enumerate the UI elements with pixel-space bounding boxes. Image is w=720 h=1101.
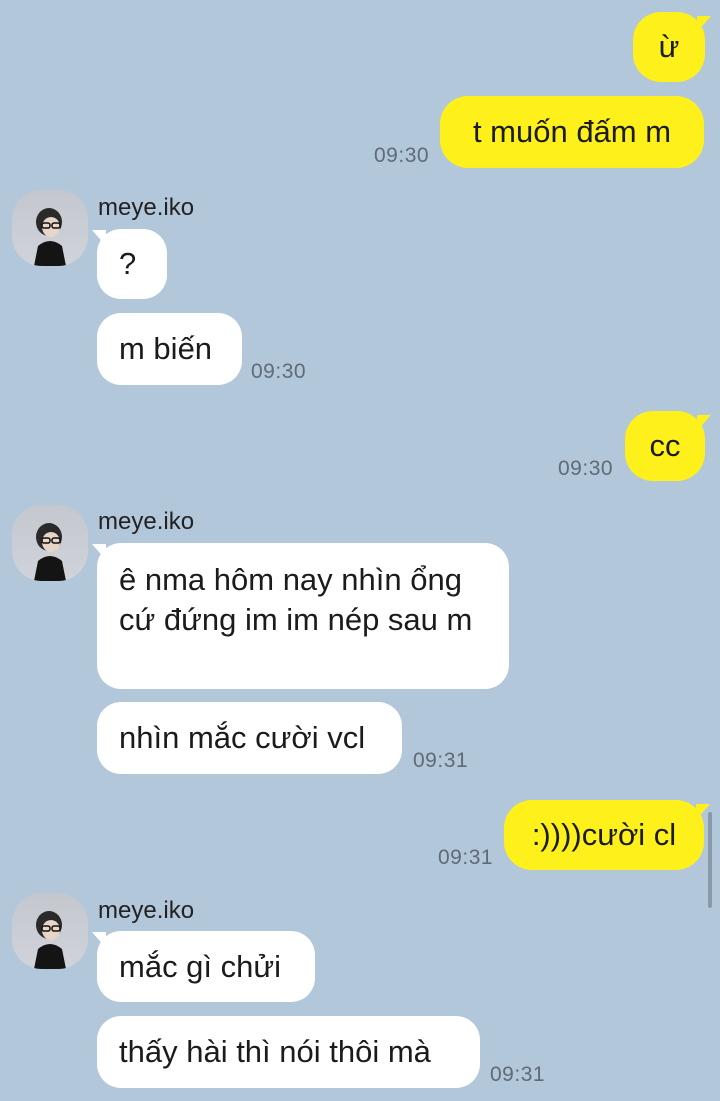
person-silhouette-icon [34, 523, 66, 581]
bubble-tail [697, 415, 711, 431]
message-text: nhìn mắc cười vcl [119, 720, 366, 755]
message-timestamp: 09:30 [558, 457, 614, 480]
message-timestamp: 09:30 [251, 360, 307, 383]
contact-avatar[interactable] [12, 190, 88, 266]
sender-name: meye.iko [98, 508, 195, 535]
sender-name: meye.iko [98, 194, 195, 221]
message-bubble-incoming[interactable]: mắc gì chửi [97, 931, 315, 1002]
message-text: thấy hài thì nói thôi mà [119, 1034, 431, 1069]
message-bubble-incoming[interactable]: ? [97, 229, 167, 299]
message-bubble-incoming[interactable]: m biến [97, 313, 242, 385]
message-text: cc [649, 428, 681, 463]
message-timestamp: 09:30 [374, 144, 430, 167]
message-bubble-incoming[interactable]: thấy hài thì nói thôi mà [97, 1016, 480, 1088]
message-text: t muốn đấm m [472, 114, 672, 149]
person-silhouette-icon [34, 208, 66, 266]
message-text: m biến [119, 331, 213, 366]
message-bubble-outgoing[interactable]: cc [625, 411, 705, 481]
message-text: ? [119, 246, 137, 281]
message-text: :))))cười cl [531, 817, 677, 852]
scrollbar[interactable] [708, 812, 712, 908]
message-bubble-outgoing[interactable]: t muốn đấm m [440, 96, 704, 168]
person-silhouette-icon [34, 911, 66, 969]
message-text: ừ [658, 29, 680, 64]
message-timestamp: 09:31 [438, 846, 494, 869]
message-timestamp: 09:31 [490, 1063, 546, 1086]
message-text: mắc gì chửi [119, 948, 282, 984]
sender-name: meye.iko [98, 897, 195, 924]
contact-avatar[interactable] [12, 505, 88, 581]
message-bubble-incoming[interactable]: ê nma hôm nay nhìn ổng cứ đứng im im nép… [97, 543, 509, 689]
message-bubble-outgoing[interactable]: ừ [633, 12, 705, 82]
message-timestamp: 09:31 [413, 749, 469, 772]
message-bubble-outgoing[interactable]: :))))cười cl [504, 800, 704, 870]
message-bubble-incoming[interactable]: nhìn mắc cười vcl [97, 702, 402, 774]
message-text: ê nma hôm nay nhìn ổng cứ đứng im im nép… [119, 562, 473, 637]
bubble-tail [697, 16, 711, 32]
contact-avatar[interactable] [12, 893, 88, 969]
